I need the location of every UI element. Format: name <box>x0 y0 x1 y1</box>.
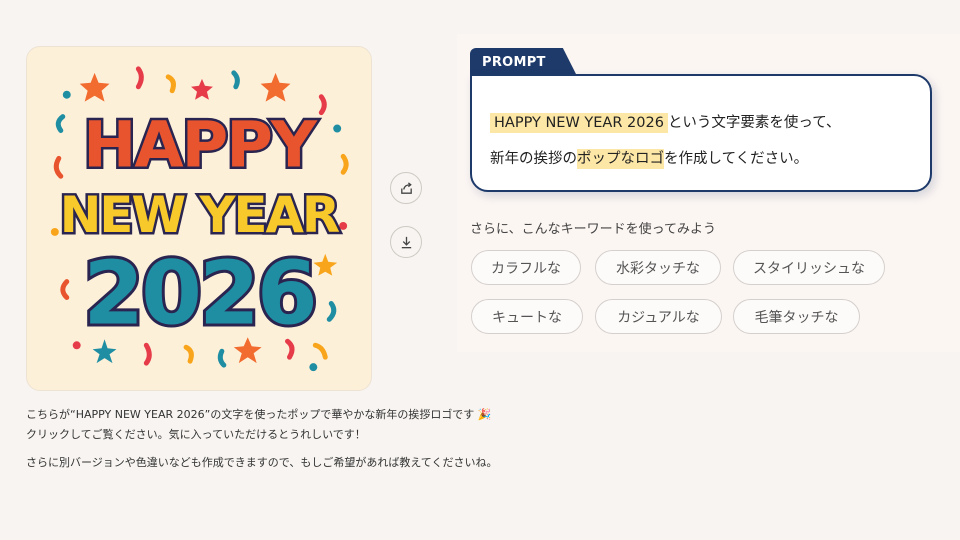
download-button[interactable] <box>390 226 422 258</box>
prompt-text-2b: を作成してください。 <box>664 151 809 167</box>
happy-new-year-logo-graphic: HAPPY NEW YEAR 2026 <box>50 66 349 372</box>
generated-logo-image[interactable]: HAPPY NEW YEAR 2026 <box>26 46 372 391</box>
logo-text-year-number: 2026 <box>83 242 315 344</box>
keyword-chip[interactable]: 毛筆タッチな <box>733 299 860 334</box>
prompt-highlight-phrase: HAPPY NEW YEAR 2026 <box>490 113 668 133</box>
logo-text-new-year: NEW YEAR <box>60 186 340 244</box>
message-line-3: さらに別バージョンや色違いなども作成できますので、もしご希望があれば教えてくださ… <box>26 456 498 469</box>
keyword-chip[interactable]: カラフルな <box>471 250 581 285</box>
prompt-text-2a: 新年の挨拶の <box>490 151 577 167</box>
prompt-line-2: 新年の挨拶のポップなロゴを作成してください。 <box>490 140 930 178</box>
logo-text-happy: HAPPY <box>83 108 318 182</box>
keyword-chip[interactable]: カジュアルな <box>595 299 722 334</box>
prompt-panel: PROMPT HAPPY NEW YEAR 2026 という文字要素を使って、 新… <box>457 34 960 352</box>
keyword-chip[interactable]: キュートな <box>471 299 583 334</box>
share-icon <box>400 181 412 194</box>
download-icon <box>401 236 411 248</box>
keyword-chip[interactable]: スタイリッシュな <box>733 250 885 285</box>
share-button[interactable] <box>390 172 422 204</box>
prompt-line-1: HAPPY NEW YEAR 2026 という文字要素を使って、 <box>490 104 930 142</box>
prompt-text-1: という文字要素を使って、 <box>667 115 841 131</box>
prompt-highlight-keyword: ポップなロゴ <box>577 149 664 169</box>
keyword-chip[interactable]: 水彩タッチな <box>595 250 721 285</box>
keywords-title: さらに、こんなキーワードを使ってみよう <box>470 222 716 237</box>
assistant-message: こちらが“HAPPY NEW YEAR 2026”の文字を使ったポップで華やかな… <box>26 404 586 474</box>
prompt-box: HAPPY NEW YEAR 2026 という文字要素を使って、 新年の挨拶のポッ… <box>470 74 932 192</box>
message-line-1: こちらが“HAPPY NEW YEAR 2026”の文字を使ったポップで華やかな… <box>26 408 492 421</box>
message-line-2: クリックしてご覧ください。気に入っていただけるとうれしいです！ <box>26 428 366 441</box>
